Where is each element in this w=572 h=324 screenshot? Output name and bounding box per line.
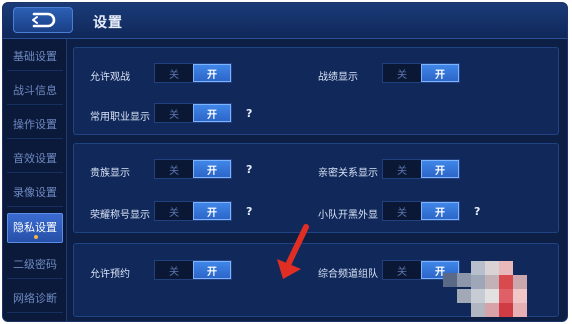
toggle-on-option[interactable]: 开 xyxy=(193,64,231,82)
sidebar-item-network-diagnosis[interactable]: 网络诊断 xyxy=(7,285,63,313)
toggle-off-option[interactable]: 关 xyxy=(383,160,421,178)
allow-spectate-toggle[interactable]: 关 开 xyxy=(154,63,232,83)
common-role-display-toggle[interactable]: 关 开 xyxy=(154,103,232,123)
page-title: 设置 xyxy=(93,15,123,31)
noble-display-toggle[interactable]: 关 开 xyxy=(154,159,232,179)
toggle-on-option[interactable]: 开 xyxy=(193,160,231,178)
honor-title-display-label: 荣耀称号显示 xyxy=(90,210,150,221)
toggle-on-option[interactable]: 开 xyxy=(421,160,459,178)
record-display-label: 战绩显示 xyxy=(318,72,358,83)
red-annotation-arrow-icon xyxy=(277,224,309,279)
allow-spectate-label: 允许观战 xyxy=(90,72,130,83)
sidebar-item-basic[interactable]: 基础设置 xyxy=(7,43,63,71)
sidebar-item-privacy-label: 隐私设置 xyxy=(13,221,57,234)
settings-panel-1: 允许观战 关 开 战绩显示 关 开 常用职业显示 关 开 ? xyxy=(73,47,559,135)
combined-channel-team-label: 综合频道组队 xyxy=(318,269,378,280)
toggle-off-option[interactable]: 关 xyxy=(155,261,193,279)
toggle-on-option[interactable]: 开 xyxy=(193,202,231,220)
sidebar-item-battle-info[interactable]: 战斗信息 xyxy=(7,77,63,105)
back-arrow-icon xyxy=(32,12,56,28)
toggle-off-option[interactable]: 关 xyxy=(155,64,193,82)
active-indicator-dot xyxy=(34,235,38,239)
intimacy-display-toggle[interactable]: 关 开 xyxy=(382,159,460,179)
sidebar: 基础设置 战斗信息 操作设置 音效设置 录像设置 隐私设置 二级密码 网络诊断 xyxy=(3,39,67,321)
toggle-on-option[interactable]: 开 xyxy=(421,202,459,220)
team-outside-display-toggle[interactable]: 关 开 xyxy=(382,201,460,221)
toggle-on-option[interactable]: 开 xyxy=(193,261,231,279)
settings-window: 设置 基础设置 战斗信息 操作设置 音效设置 录像设置 隐私设置 二级密码 网络… xyxy=(2,2,568,322)
sidebar-item-sound[interactable]: 音效设置 xyxy=(7,145,63,173)
sidebar-item-recording[interactable]: 录像设置 xyxy=(7,179,63,207)
toggle-off-option[interactable]: 关 xyxy=(383,261,421,279)
noble-display-label: 贵族显示 xyxy=(90,168,130,179)
help-icon[interactable]: ? xyxy=(246,107,252,120)
toggle-on-option[interactable]: 开 xyxy=(421,64,459,82)
help-icon[interactable]: ? xyxy=(246,163,252,176)
honor-title-display-toggle[interactable]: 关 开 xyxy=(154,201,232,221)
common-role-display-label: 常用职业显示 xyxy=(90,112,150,123)
settings-panel-2: 贵族显示 关 开 ? 亲密关系显示 关 开 荣耀称号显示 关 开 ? 小队开黑外… xyxy=(73,143,559,233)
sidebar-item-privacy[interactable]: 隐私设置 xyxy=(7,213,63,243)
sidebar-item-controls[interactable]: 操作设置 xyxy=(7,111,63,139)
toggle-off-option[interactable]: 关 xyxy=(383,202,421,220)
help-icon[interactable]: ? xyxy=(474,205,480,218)
toggle-off-option[interactable]: 关 xyxy=(155,202,193,220)
toggle-off-option[interactable]: 关 xyxy=(155,160,193,178)
intimacy-display-label: 亲密关系显示 xyxy=(318,168,378,179)
help-icon[interactable]: ? xyxy=(246,205,252,218)
allow-reservation-toggle[interactable]: 关 开 xyxy=(154,260,232,280)
header-bar: 设置 xyxy=(3,3,567,39)
toggle-off-option[interactable]: 关 xyxy=(155,104,193,122)
team-outside-display-label: 小队开黑外显 xyxy=(318,210,378,221)
allow-reservation-label: 允许预约 xyxy=(90,269,130,280)
pixelated-mosaic-overlay xyxy=(443,261,527,317)
toggle-off-option[interactable]: 关 xyxy=(383,64,421,82)
toggle-on-option[interactable]: 开 xyxy=(193,104,231,122)
record-display-toggle[interactable]: 关 开 xyxy=(382,63,460,83)
back-button[interactable] xyxy=(13,7,73,33)
sidebar-item-secondary-password[interactable]: 二级密码 xyxy=(7,251,63,279)
